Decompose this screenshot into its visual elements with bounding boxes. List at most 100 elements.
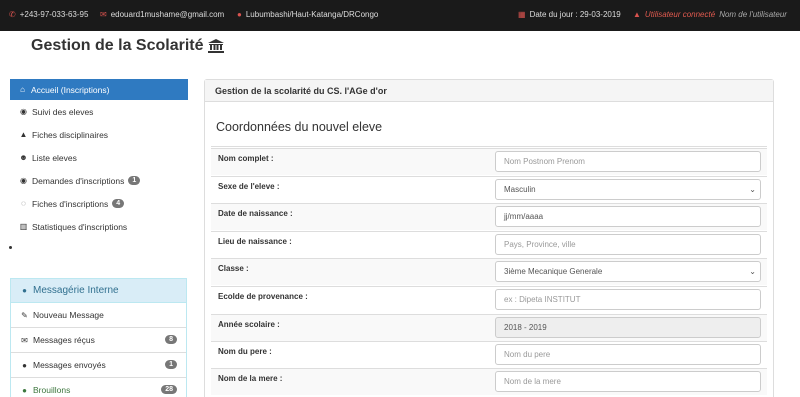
bar-chart-icon: ▥ bbox=[19, 222, 28, 231]
phone-text: +243-97-033-63-95 bbox=[19, 10, 89, 19]
count-badge: 4 bbox=[112, 199, 125, 208]
field-label: Lieu de naissance : bbox=[218, 237, 292, 246]
sexe-select[interactable]: Masculin ⌄ bbox=[495, 179, 761, 200]
msg-item-nouveau[interactable]: ✎ Nouveau Message bbox=[11, 303, 186, 328]
date-naissance-input[interactable]: jj/mm/aaaa bbox=[495, 206, 761, 227]
eye-icon: ◉ bbox=[20, 176, 27, 185]
user-status[interactable]: ▲ Utilisateur connecté Nom de l'utilisat… bbox=[633, 10, 787, 19]
sidebar-item-label: Accueil (Inscriptions) bbox=[31, 84, 110, 95]
divider bbox=[211, 146, 767, 147]
list-bullet bbox=[9, 246, 12, 249]
form-row-annee-scolaire: Année scolaire : 2018 - 2019 bbox=[211, 314, 767, 341]
count-badge: 28 bbox=[161, 385, 177, 394]
sidebar-item-label: Statistiques d'inscriptions bbox=[32, 221, 128, 232]
sidebar-nav: ⌂ Accueil (Inscriptions) ◉ Suivi des ele… bbox=[10, 79, 188, 238]
sidebar-item-liste-eleves[interactable]: ☻ Liste eleves bbox=[10, 146, 188, 169]
form-row-date-naissance: Date de naissance : jj/mm/aaaa bbox=[211, 203, 767, 230]
field-label: Nom complet : bbox=[218, 154, 274, 163]
field-label: Ecolde de provenance : bbox=[218, 292, 308, 301]
msg-item-brouillons[interactable]: ● Brouillons 28 bbox=[11, 378, 186, 397]
messaging-panel: ● Messagérie Interne ✎ Nouveau Message ✉… bbox=[10, 278, 187, 397]
msg-item-label: Messages envoyés bbox=[33, 360, 106, 370]
comments-icon: ● bbox=[22, 385, 27, 395]
msg-item-label: Messages réçus bbox=[33, 335, 95, 345]
sidebar-item-fiches-inscriptions[interactable]: ◌ Fiches d'inscriptions 4 bbox=[10, 192, 188, 215]
date-display: ▦ Date du jour : 29-03-2019 bbox=[518, 10, 621, 19]
whatsapp-icon: ◌ bbox=[21, 199, 26, 208]
chevron-down-icon: ⌄ bbox=[749, 185, 756, 194]
bank-icon bbox=[207, 39, 224, 53]
email-text: edouard1mushame@gmail.com bbox=[110, 10, 225, 19]
sidebar-item-suivi[interactable]: ◉ Suivi des eleves bbox=[10, 100, 188, 123]
phone-contact: ✆ +243-97-033-63-95 bbox=[9, 10, 88, 19]
location-contact: ● Lubumbashi/Haut-Katanga/DRCongo bbox=[237, 10, 378, 19]
edit-icon: ✎ bbox=[21, 310, 28, 320]
nom-pere-input[interactable]: Nom du pere bbox=[495, 344, 761, 365]
select-value: 3ième Mecanique Generale bbox=[504, 267, 603, 276]
calendar-icon: ▦ bbox=[518, 10, 526, 19]
user-icon: ▲ bbox=[633, 10, 641, 19]
envelope-icon: ✉ bbox=[21, 335, 28, 345]
sidebar-item-demandes[interactable]: ◉ Demandes d'inscriptions 1 bbox=[10, 169, 188, 192]
form-row-nom-mere: Nom de la mere : Nom de la mere bbox=[211, 368, 767, 395]
top-bar: ✆ +243-97-033-63-95 ✉ edouard1mushame@gm… bbox=[0, 0, 800, 31]
field-label: Classe : bbox=[218, 264, 249, 273]
form-row-nom-complet: Nom complet : Nom Postnom Prenom bbox=[211, 148, 767, 175]
users-icon: ☻ bbox=[19, 153, 28, 162]
classe-select[interactable]: 3ième Mecanique Generale ⌄ bbox=[495, 261, 761, 282]
sidebar-item-label: Demandes d'inscriptions bbox=[32, 175, 125, 186]
messaging-title: Messagérie Interne bbox=[33, 285, 119, 296]
panel-heading: Gestion de la scolarité du CS. l'AGe d'o… bbox=[205, 80, 773, 102]
count-badge: 1 bbox=[128, 176, 141, 185]
msg-item-envoyes[interactable]: ● Messages envoyés 1 bbox=[11, 353, 186, 378]
location-text: Lubumbashi/Haut-Katanga/DRCongo bbox=[245, 10, 379, 19]
count-badge: 1 bbox=[165, 360, 177, 369]
comment-icon: ● bbox=[22, 286, 27, 295]
lieu-naissance-input[interactable]: Pays, Province, ville bbox=[495, 234, 761, 255]
eye-icon: ◉ bbox=[20, 107, 27, 116]
home-icon: ⌂ bbox=[20, 85, 25, 94]
select-value: Masculin bbox=[504, 185, 536, 194]
map-marker-icon: ● bbox=[237, 10, 242, 19]
panel-heading-text: Gestion de la scolarité du CS. l'AGe d'o… bbox=[215, 85, 387, 96]
sidebar-item-label: Suivi des eleves bbox=[32, 106, 94, 117]
chevron-down-icon: ⌄ bbox=[749, 267, 756, 276]
sidebar-item-statistiques[interactable]: ▥ Statistiques d'inscriptions bbox=[10, 215, 188, 238]
date-text: Date du jour : 29-03-2019 bbox=[529, 10, 621, 19]
app-title: Gestion de la Scolarité bbox=[31, 37, 204, 54]
user-status-text: Utilisateur connecté bbox=[644, 10, 716, 19]
form-row-nom-pere: Nom du pere : Nom du pere bbox=[211, 341, 767, 368]
warning-icon: ▲ bbox=[19, 130, 28, 139]
sidebar-item-label: Fiches d'inscriptions bbox=[32, 198, 109, 209]
messaging-header: ● Messagérie Interne bbox=[11, 279, 186, 303]
main-panel: Gestion de la scolarité du CS. l'AGe d'o… bbox=[204, 79, 774, 397]
sidebar-item-fiches-disciplinaires[interactable]: ▲ Fiches disciplinaires bbox=[10, 123, 188, 146]
sidebar-item-label: Fiches disciplinaires bbox=[32, 129, 109, 140]
email-contact: ✉ edouard1mushame@gmail.com bbox=[100, 10, 224, 19]
form-row-ecole-provenance: Ecolde de provenance : ex : Dipeta INSTI… bbox=[211, 286, 767, 313]
nom-complet-input[interactable]: Nom Postnom Prenom bbox=[495, 151, 761, 172]
sidebar-item-accueil[interactable]: ⌂ Accueil (Inscriptions) bbox=[10, 79, 188, 100]
field-label: Sexe de l'eleve : bbox=[218, 182, 280, 191]
annee-scolaire-input: 2018 - 2019 bbox=[495, 317, 761, 338]
field-label: Date de naissance : bbox=[218, 209, 293, 218]
user-name-text: Nom de l'utilisateur bbox=[719, 10, 787, 19]
envelope-icon: ✉ bbox=[100, 10, 107, 19]
ecole-provenance-input[interactable]: ex : Dipeta INSTITUT bbox=[495, 289, 761, 310]
comments-icon: ● bbox=[22, 360, 27, 370]
app-brand[interactable]: Gestion de la Scolarité bbox=[31, 37, 224, 55]
sidebar-item-label: Liste eleves bbox=[32, 152, 77, 163]
phone-icon: ✆ bbox=[9, 10, 16, 19]
msg-item-label: Brouillons bbox=[33, 385, 71, 395]
msg-item-label: Nouveau Message bbox=[33, 310, 104, 320]
field-label: Nom de la mere : bbox=[218, 374, 283, 383]
section-title: Coordonnées du nouvel eleve bbox=[216, 120, 383, 134]
field-label: Nom du pere : bbox=[218, 347, 272, 356]
nom-mere-input[interactable]: Nom de la mere bbox=[495, 371, 761, 392]
msg-item-recus[interactable]: ✉ Messages réçus 8 bbox=[11, 328, 186, 353]
form-row-sexe: Sexe de l'eleve : Masculin ⌄ bbox=[211, 176, 767, 203]
form-row-lieu-naissance: Lieu de naissance : Pays, Province, vill… bbox=[211, 231, 767, 258]
count-badge: 8 bbox=[165, 335, 177, 344]
form-row-classe: Classe : 3ième Mecanique Generale ⌄ bbox=[211, 258, 767, 285]
field-label: Année scolaire : bbox=[218, 320, 280, 329]
